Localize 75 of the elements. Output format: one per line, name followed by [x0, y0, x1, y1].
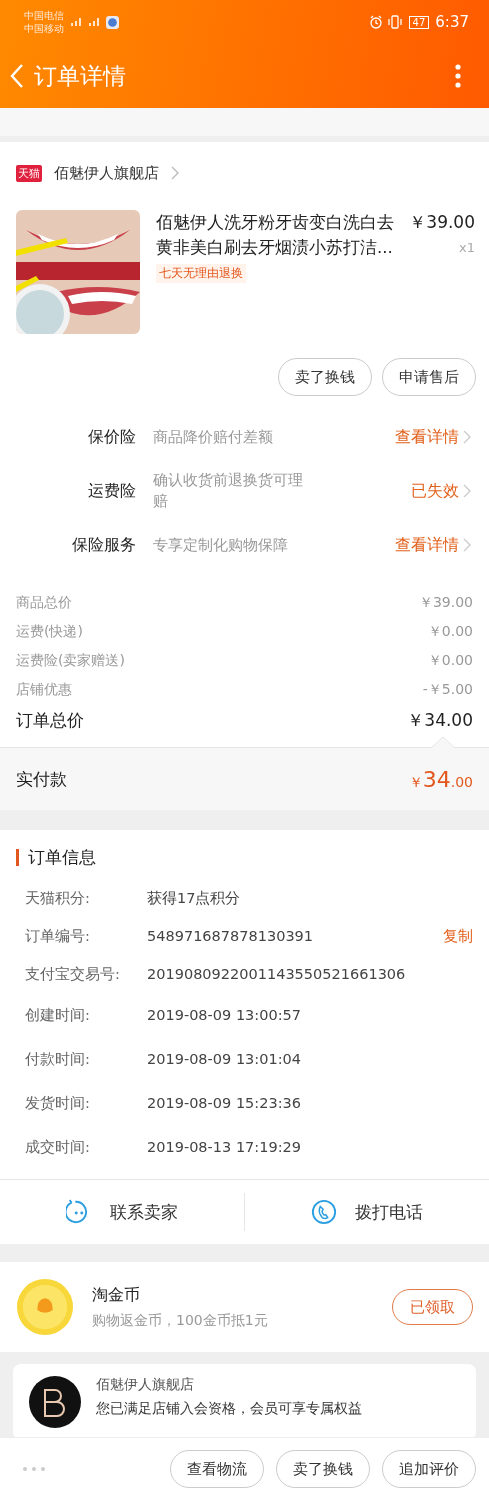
- action-button[interactable]: 申请售后: [382, 358, 476, 396]
- price-label: 商品总价: [16, 593, 72, 612]
- info-value: 2019-08-13 17:19:29: [147, 1139, 302, 1155]
- page-title: 订单详情: [34, 61, 126, 91]
- chevron-icon: [463, 430, 471, 444]
- member-shop-name: 佰魅伊人旗舰店: [96, 1376, 195, 1394]
- price-label: 店铺优惠: [16, 680, 72, 699]
- service-description: 专享定制化购物保障: [153, 534, 289, 556]
- service-label: 保险服务: [71, 534, 136, 556]
- app-icon: [106, 15, 119, 29]
- more-icon[interactable]: [455, 64, 461, 88]
- service-label: 运费险: [87, 480, 136, 502]
- price-value: ￥39.00: [418, 593, 473, 612]
- action-button[interactable]: 卖了换钱: [276, 1450, 370, 1488]
- product-title[interactable]: 佰魅伊人洗牙粉牙齿变白洗白去黄非美白刷去牙烟渍小苏打洁...: [156, 210, 400, 260]
- phone-icon: [311, 1199, 337, 1225]
- coin-description: 购物返金币，100金币抵1元: [92, 1311, 269, 1330]
- product-quantity: x1: [459, 239, 475, 257]
- info-label: 天猫积分:: [25, 888, 91, 908]
- info-label: 发货时间:: [25, 1093, 91, 1113]
- info-label: 成交时间:: [25, 1137, 91, 1157]
- paid-label: 实付款: [16, 767, 67, 791]
- info-label: 支付宝交易号:: [25, 964, 121, 984]
- tmall-badge: 天猫: [16, 164, 42, 182]
- chevron-icon: [463, 484, 471, 498]
- vibrate-icon: [386, 15, 403, 29]
- service-link[interactable]: 查看详情: [303, 534, 459, 556]
- info-value: 2019-08-09 13:01:04: [147, 1051, 302, 1067]
- more-icon[interactable]: [22, 1466, 46, 1472]
- carrier-name: 中国电信: [24, 9, 64, 22]
- shop-link[interactable]: 天猫 佰魅伊人旗舰店: [0, 142, 489, 204]
- price-value: -￥5.00: [422, 680, 473, 699]
- chevron-icon: [171, 166, 179, 180]
- signal-icon: [70, 17, 84, 27]
- coin-icon: [16, 1278, 74, 1336]
- product-price: ￥39.00: [409, 211, 475, 234]
- price-value: ￥34.00: [407, 709, 473, 732]
- info-label: 付款时间:: [25, 1049, 91, 1069]
- claimed-button[interactable]: 已领取: [392, 1289, 473, 1325]
- price-label: 运费险(卖家赠送): [16, 651, 125, 670]
- chevron-icon: [463, 538, 471, 552]
- section-title: 订单信息: [28, 846, 96, 869]
- paid-amount: ￥34.00: [408, 766, 473, 792]
- coin-title: 淘金币: [92, 1284, 141, 1306]
- signal-icon: [88, 17, 102, 27]
- carrier-name: 中国移动: [24, 22, 64, 35]
- price-value: ￥0.00: [427, 651, 473, 670]
- back-icon[interactable]: [10, 63, 24, 89]
- service-label: 保价险: [87, 426, 136, 448]
- clock-time: 6:37: [435, 13, 469, 31]
- chat-button[interactable]: 联系卖家: [0, 1193, 244, 1231]
- service-description: 确认收货前退换货可理赔: [153, 470, 303, 512]
- action-button[interactable]: 查看物流: [170, 1450, 264, 1488]
- info-value: 548971687878130391: [147, 928, 315, 944]
- info-value: 2019-08-09 13:00:57: [147, 1007, 302, 1023]
- return-policy-tag: 七天无理由退换: [156, 264, 246, 283]
- action-button[interactable]: 卖了换钱: [278, 358, 372, 396]
- info-value: 2019080922001143550521661306: [147, 966, 407, 982]
- alarm-icon: [368, 15, 383, 29]
- shop-logo-icon: [29, 1376, 81, 1428]
- copy-link[interactable]: 复制: [443, 926, 473, 946]
- info-label: 订单编号:: [25, 926, 91, 946]
- action-button[interactable]: 追加评价: [382, 1450, 476, 1488]
- price-value: ￥0.00: [427, 622, 473, 641]
- member-offer-text: 您已满足店铺入会资格，会员可享专属权益: [96, 1400, 362, 1418]
- battery-level: 47: [408, 15, 430, 29]
- price-label: 运费(快递): [16, 622, 83, 641]
- info-label: 创建时间:: [25, 1005, 91, 1025]
- price-label: 订单总价: [16, 709, 84, 732]
- info-value: 获得17点积分: [147, 888, 242, 908]
- info-value: 2019-08-09 15:23:36: [147, 1095, 302, 1111]
- service-link[interactable]: 查看详情: [303, 426, 459, 448]
- service-description: 商品降价赔付差额: [153, 426, 274, 448]
- call-button[interactable]: 拨打电话: [244, 1193, 489, 1231]
- service-link[interactable]: 已失效: [303, 480, 459, 502]
